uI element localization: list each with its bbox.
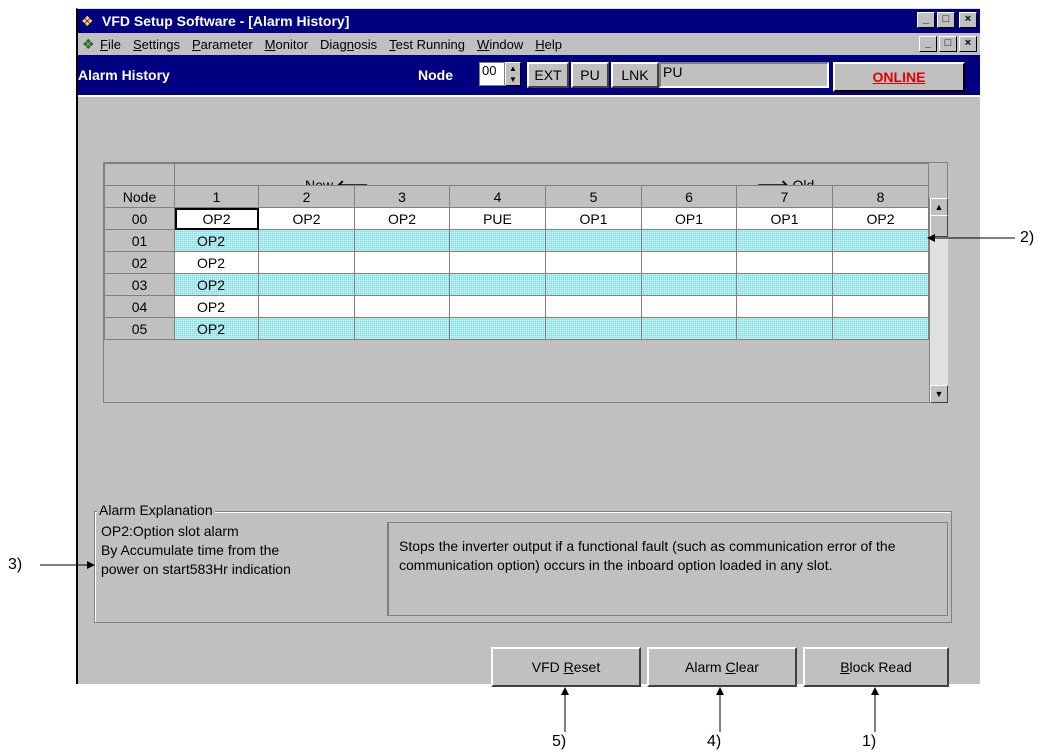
callout-lines	[40, 234, 1015, 732]
callout-2: 2)	[1020, 229, 1035, 246]
callout-4: 4)	[707, 733, 722, 750]
callout-3: 3)	[8, 556, 23, 573]
callout-5: 5)	[552, 733, 567, 750]
callout-1: 1)	[862, 733, 877, 750]
